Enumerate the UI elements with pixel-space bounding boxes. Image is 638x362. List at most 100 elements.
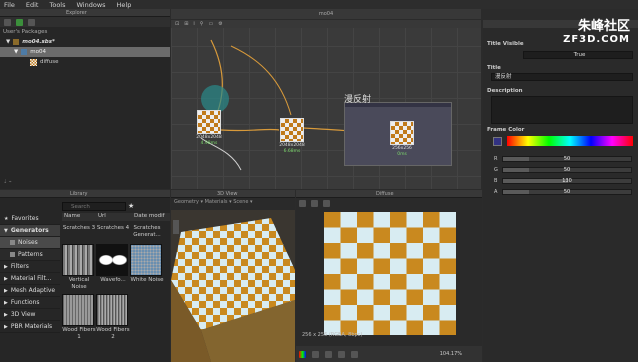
library-category-label: Favorites: [11, 215, 39, 222]
3d-view-menu[interactable]: Geometry ▾ Materials ▾ Scene ▾: [171, 198, 295, 207]
library-item-label[interactable]: Vertical Noise: [62, 277, 96, 291]
channel-label: A: [494, 188, 498, 195]
color-channel-slider[interactable]: B 130: [494, 177, 632, 184]
new-icon[interactable]: [4, 18, 11, 26]
graph-label: mo04: [30, 49, 46, 55]
graph-node-1[interactable]: [197, 110, 221, 134]
play-icon[interactable]: [16, 18, 23, 26]
title-label: Title: [487, 65, 501, 71]
2d-view-titlebar: Diffuse: [296, 190, 482, 198]
library-item-label[interactable]: Scratches 3: [62, 225, 96, 232]
library-search-input[interactable]: Search: [62, 202, 126, 211]
library-category-label: 3D View: [10, 311, 36, 318]
color-channel-slider[interactable]: A 50: [494, 188, 632, 195]
chevron-down-icon: ▼: [4, 227, 8, 234]
3d-view-title: 3D View: [217, 190, 238, 197]
library-item-thumbnail[interactable]: [62, 244, 94, 276]
gear-icon[interactable]: [28, 18, 35, 26]
graph-tab[interactable]: mo04: [171, 9, 481, 19]
menu-tools[interactable]: Tools: [49, 1, 65, 9]
library-category[interactable]: Noises: [0, 237, 60, 249]
library-item-thumbnail[interactable]: [130, 244, 162, 276]
slider-track[interactable]: 50: [502, 155, 632, 162]
library-categories: ★ Favorites ▼ Generators Noises Patterns ▶ Filt…: [0, 213, 60, 333]
library-item-label[interactable]: Wavefo...: [96, 277, 130, 284]
title-visible-dropdown[interactable]: True: [523, 51, 633, 59]
title-input[interactable]: 漫反射: [491, 73, 633, 81]
library-item-label[interactable]: Scratches 4: [96, 225, 130, 232]
library-category-label: Filters: [10, 263, 29, 270]
channel-label: R: [494, 155, 498, 162]
library-category[interactable]: ▼ Generators: [0, 225, 60, 237]
tool-icon[interactable]: [325, 350, 332, 358]
library-columns: Name Url Date modif: [62, 213, 170, 221]
explorer-panel: Explorer User's Packages ▼ mo04.sbs* ▼ m…: [0, 9, 170, 189]
texture-preview[interactable]: [324, 212, 456, 335]
library-item-label[interactable]: White Noise: [130, 277, 164, 284]
library-category[interactable]: ▶ 3D View: [0, 309, 60, 321]
tool-icon[interactable]: [299, 199, 306, 207]
package-icon: [13, 39, 20, 45]
library-title: Library: [70, 190, 88, 197]
tool-icon[interactable]: [338, 350, 345, 358]
title-visible-label: Title Visible: [487, 41, 524, 47]
menu-file[interactable]: File: [4, 1, 15, 9]
slider-track[interactable]: 50: [502, 188, 632, 195]
collapse-icon[interactable]: ▼: [6, 39, 10, 45]
graph-view[interactable]: ⊡ ⊞ i ⚲ ▭ ⚙ mo04 漫反射 2048x2048 4.98ms 20…: [171, 9, 481, 189]
menu-windows[interactable]: Windows: [77, 1, 106, 9]
collapse-icon[interactable]: ▼: [14, 49, 18, 55]
selection-highlight: [201, 85, 229, 113]
library-item-thumbnail[interactable]: [96, 294, 128, 326]
library-item-label[interactable]: Scratches Generat...: [130, 225, 164, 239]
library-category[interactable]: ▶ Filters: [0, 261, 60, 273]
slider-track[interactable]: 50: [502, 166, 632, 173]
slider-track[interactable]: 130: [502, 177, 632, 184]
library-item-thumbnail[interactable]: [96, 244, 128, 276]
library-category[interactable]: Patterns: [0, 249, 60, 261]
star-icon[interactable]: ★: [128, 202, 134, 210]
library-item-label[interactable]: Wood Fibers 1: [62, 327, 96, 341]
package-item[interactable]: ▼ mo04.sbs*: [0, 37, 170, 47]
graph-node-3[interactable]: [390, 121, 414, 145]
library-item-label[interactable]: Wood Fibers 2: [96, 327, 130, 341]
library-category[interactable]: ★ Favorites: [0, 213, 60, 225]
tool-icon[interactable]: [351, 350, 358, 358]
color-swatch[interactable]: [493, 137, 502, 146]
watermark-brand: 朱峰社区: [577, 19, 630, 34]
color-channel-slider[interactable]: R 50: [494, 155, 632, 162]
library-item-thumbnail[interactable]: [62, 294, 94, 326]
library-category[interactable]: ▶ PBR Materials: [0, 321, 60, 333]
slider-value: 50: [563, 155, 571, 162]
library-category-label: Generators: [10, 227, 49, 234]
chevron-right-icon: ▶: [4, 299, 8, 306]
library-category[interactable]: ▶ Functions: [0, 297, 60, 309]
description-input[interactable]: [491, 96, 633, 124]
chevron-right-icon: ▶: [4, 275, 8, 282]
library-category[interactable]: ▶ Mesh Adaptive: [0, 285, 60, 297]
package-label: mo04.sbs*: [22, 39, 55, 45]
column-name[interactable]: Name: [62, 213, 98, 221]
3d-viewport[interactable]: [171, 210, 295, 362]
chevron-right-icon: ▶: [4, 287, 8, 294]
menu-help[interactable]: Help: [117, 1, 132, 9]
color-channel-slider[interactable]: G 50: [494, 166, 632, 173]
channel-icon[interactable]: [299, 350, 306, 358]
resource-item[interactable]: diffuse: [0, 57, 170, 67]
viewport-tool-icon[interactable]: [173, 220, 179, 234]
tool-icon[interactable]: [323, 199, 330, 207]
library-category[interactable]: ▶ Material Filt...: [0, 273, 60, 285]
menu-edit[interactable]: Edit: [26, 1, 39, 9]
tool-icon[interactable]: [312, 350, 319, 358]
graph-node-2[interactable]: [280, 118, 304, 142]
zoom-level[interactable]: 104.17%: [440, 351, 462, 357]
explorer-title: Explorer: [66, 9, 87, 16]
watermark-url: ZF3D.COM: [563, 34, 630, 45]
tool-icon[interactable]: [311, 199, 318, 207]
graph-item[interactable]: ▼ mo04: [0, 47, 170, 57]
column-url[interactable]: Url: [98, 213, 134, 221]
color-spectrum[interactable]: [507, 136, 633, 146]
frame-title: 漫反射: [344, 95, 372, 105]
bitmap-icon: [30, 58, 37, 66]
column-date[interactable]: Date modif: [134, 213, 170, 221]
